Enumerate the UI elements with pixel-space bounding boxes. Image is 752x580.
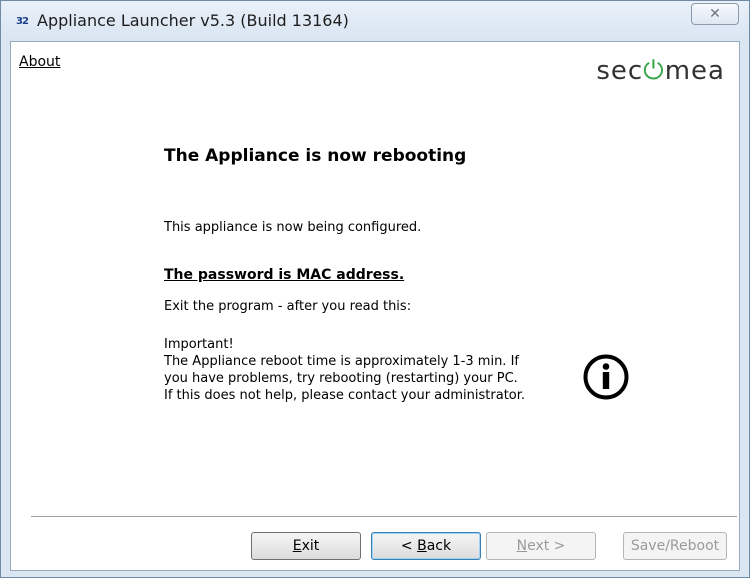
exit-instruction: Exit the program - after you read this: <box>164 299 412 314</box>
exit-button[interactable]: Exit <box>251 532 361 560</box>
configured-text: This appliance is now being configured. <box>164 220 422 235</box>
app-window: 32 Appliance Launcher v5.3 (Build 13164)… <box>0 0 750 578</box>
info-icon <box>583 354 629 400</box>
window-title: Appliance Launcher v5.3 (Build 13164) <box>37 11 349 30</box>
important-line-1: The Appliance reboot time is approximate… <box>164 354 519 369</box>
title-bar[interactable]: 32 Appliance Launcher v5.3 (Build 13164)… <box>1 1 749 41</box>
important-notice: Important! The Appliance reboot time is … <box>164 336 594 404</box>
page-heading: The Appliance is now rebooting <box>164 146 467 166</box>
password-notice: The password is MAC address. <box>164 267 405 283</box>
appliance-launcher-app-icon: 32 <box>11 11 33 31</box>
about-link[interactable]: About <box>19 54 60 70</box>
wizard-panel: About sec⏻mea The Appliance is now reboo… <box>10 41 740 571</box>
save-reboot-button[interactable]: Save/Reboot <box>623 532 727 560</box>
important-line-3: If this does not help, please contact yo… <box>164 388 526 403</box>
footer-divider <box>31 516 737 518</box>
close-button[interactable]: ✕ <box>691 3 739 25</box>
important-title: Important! <box>164 337 234 352</box>
logo-power-icon: ⏻ <box>643 56 665 86</box>
app-icon-label: 32 <box>16 15 29 27</box>
close-icon: ✕ <box>709 6 721 22</box>
important-line-2: you have problems, try rebooting (restar… <box>164 371 518 386</box>
next-button[interactable]: Next > <box>486 532 596 560</box>
secomea-logo: sec⏻mea <box>596 56 725 86</box>
back-button[interactable]: < Back <box>371 532 481 560</box>
